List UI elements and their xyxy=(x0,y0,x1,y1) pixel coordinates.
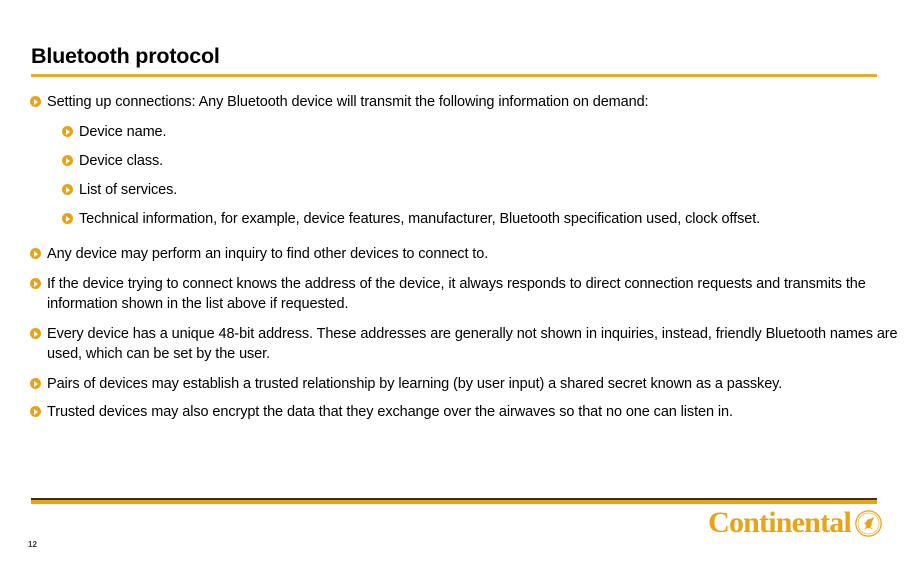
bullet-text: Trusted devices may also encrypt the dat… xyxy=(47,404,733,420)
bullet-item: Setting up connections: Any Bluetooth de… xyxy=(0,92,907,112)
page-title: Bluetooth protocol xyxy=(31,44,220,68)
sub-bullet-item: Device name. xyxy=(0,122,907,142)
bullet-text: Any device may perform an inquiry to fin… xyxy=(47,246,489,262)
bullet-list: Setting up connections: Any Bluetooth de… xyxy=(0,92,907,422)
bullet-text: List of services. xyxy=(79,182,178,198)
bullet-text: Device class. xyxy=(79,153,164,169)
title-divider xyxy=(31,74,877,77)
bullet-text: Technical information, for example, devi… xyxy=(79,211,761,227)
bullet-marker-icon xyxy=(30,406,41,417)
bullet-item: Any device may perform an inquiry to fin… xyxy=(0,244,907,264)
sub-bullet-item: Technical information, for example, devi… xyxy=(0,209,907,229)
page-number: 12 xyxy=(28,540,37,549)
bullet-text: Setting up connections: Any Bluetooth de… xyxy=(47,94,649,110)
bullet-marker-icon xyxy=(62,126,73,137)
bullet-marker-icon xyxy=(62,213,73,224)
bullet-text: Device name. xyxy=(79,124,167,140)
bullet-marker-icon xyxy=(30,328,41,339)
slide-canvas: Bluetooth protocol Setting up connection… xyxy=(0,0,907,567)
bullet-item: Every device has a unique 48-bit address… xyxy=(0,324,907,364)
bullet-marker-icon xyxy=(62,155,73,166)
bullet-item: If the device trying to connect knows th… xyxy=(0,274,907,314)
footer-divider-orange xyxy=(31,500,877,504)
bullet-marker-icon xyxy=(30,278,41,289)
continental-logo: Continental xyxy=(708,506,882,540)
bullet-text: If the device trying to connect knows th… xyxy=(47,276,866,312)
sub-bullet-item: List of services. xyxy=(0,180,907,200)
bullet-text: Pairs of devices may establish a trusted… xyxy=(47,376,783,392)
bullet-item: Pairs of devices may establish a trusted… xyxy=(0,374,907,394)
sub-bullet-item: Device class. xyxy=(0,151,907,171)
rearing-horse-emblem-icon xyxy=(855,509,882,537)
continental-wordmark: Continental xyxy=(708,506,852,539)
bullet-item: Trusted devices may also encrypt the dat… xyxy=(0,402,907,422)
bullet-marker-icon xyxy=(30,248,41,259)
bullet-marker-icon xyxy=(30,96,41,107)
bullet-marker-icon xyxy=(62,184,73,195)
bullet-text: Every device has a unique 48-bit address… xyxy=(47,326,898,362)
bullet-marker-icon xyxy=(30,378,41,389)
